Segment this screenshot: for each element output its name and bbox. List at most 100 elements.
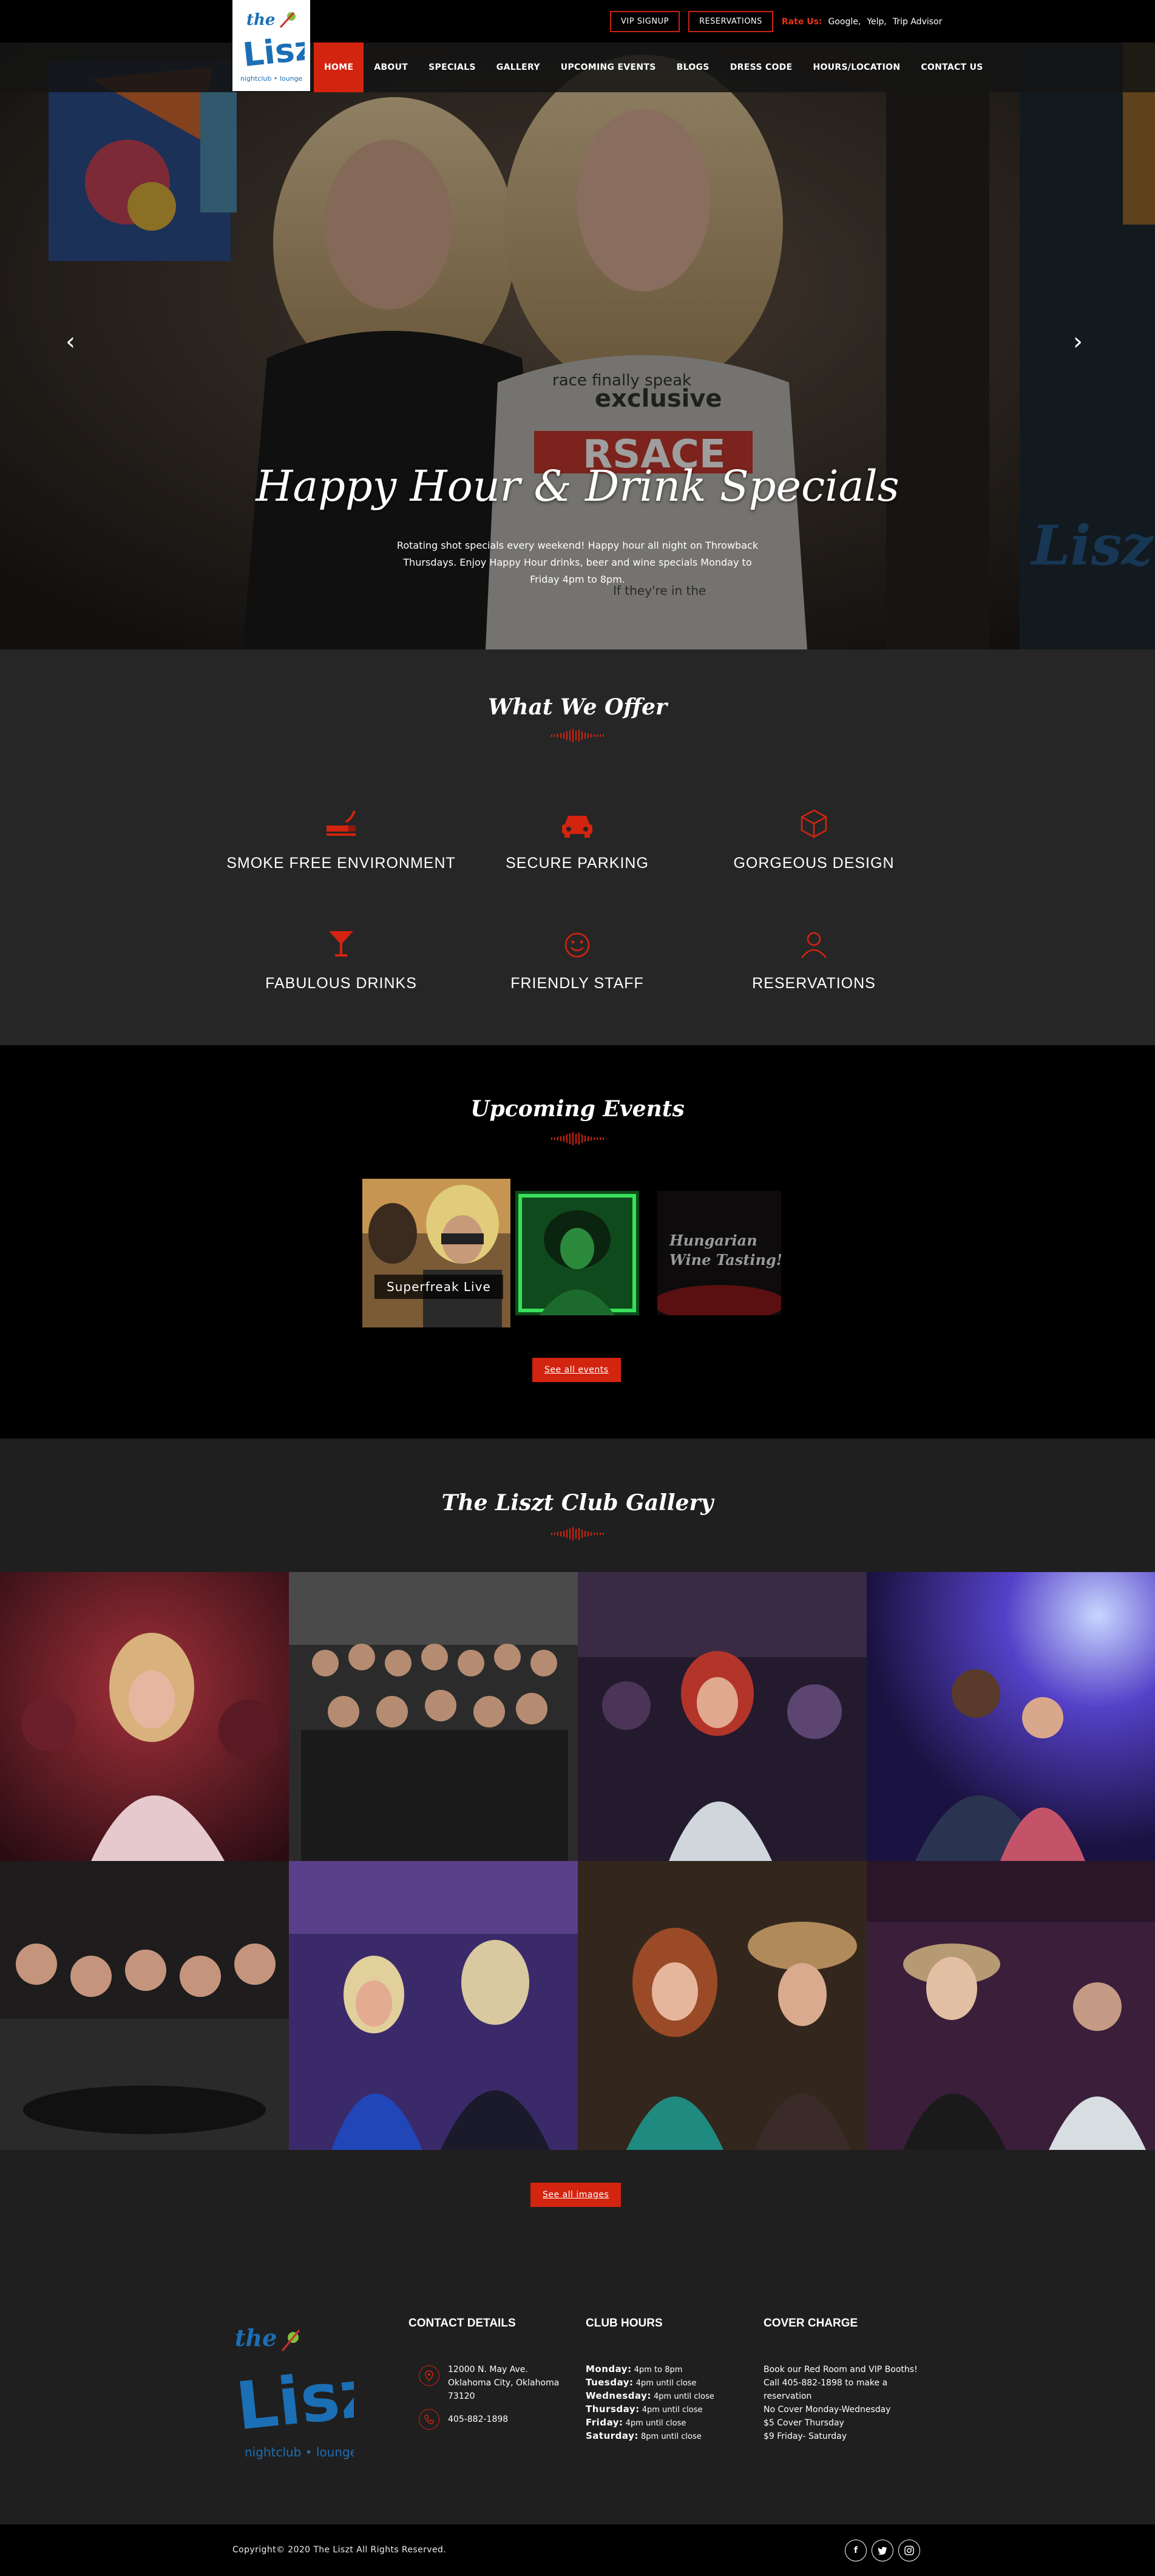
gallery-image[interactable] <box>867 1572 1155 1861</box>
feature-secure-parking: SECURE PARKING <box>462 805 693 872</box>
hours-row: Wednesday: 4pm until close <box>586 2390 714 2401</box>
cover-line: Call 405-882-1898 to make a reservation <box>764 2378 888 2401</box>
events-section: Upcoming Events Superfreak Live Hungaria… <box>0 1045 1155 1439</box>
nav-specials[interactable]: SPECIALS <box>418 42 486 92</box>
cover-list: Book our Red Room and VIP Booths! Call 4… <box>764 2363 921 2443</box>
contact-address: 12000 N. May Ave. Oklahoma City, Oklahom… <box>448 2365 560 2401</box>
nav-blogs[interactable]: BLOGS <box>666 42 720 92</box>
hours-row: Tuesday: 4pm until close <box>586 2377 697 2388</box>
svg-text:the: the <box>246 11 275 29</box>
instagram-icon[interactable] <box>898 2540 920 2561</box>
rate-link-yelp[interactable]: Yelp, <box>867 17 887 27</box>
svg-text:nightclub • lounge: nightclub • lounge <box>240 75 303 83</box>
hours-row: Thursday: 4pm until close <box>586 2404 703 2415</box>
events-title: Upcoming Events <box>470 1096 685 1122</box>
hours-row: Friday: 4pm until close <box>586 2417 686 2428</box>
chevron-left-icon[interactable]: ‹ <box>66 328 75 356</box>
main-navbar: HOME ABOUT SPECIALS GALLERY UPCOMING EVE… <box>0 42 1155 92</box>
chevron-right-icon[interactable]: › <box>1073 328 1083 356</box>
cover-line: $9 Friday- Saturday <box>764 2432 847 2441</box>
rate-link-tripadvisor[interactable]: Trip Advisor <box>893 17 942 27</box>
feature-friendly-staff: FRIENDLY STAFF <box>462 925 693 992</box>
gallery-image[interactable] <box>0 1861 289 2150</box>
top-bar: VIP SIGNUP RESERVATIONS Rate Us: Google,… <box>0 0 1155 42</box>
event-image <box>362 1179 510 1327</box>
feature-label: SECURE PARKING <box>506 855 649 872</box>
nav-hours-location[interactable]: HOURS/LOCATION <box>802 42 910 92</box>
cover-line: Book our Red Room and VIP Booths! <box>764 2365 918 2374</box>
contact-phone[interactable]: 405-882-1898 <box>448 2413 508 2426</box>
wine-title-line1: Hungarian <box>669 1232 757 1249</box>
car-icon <box>562 816 592 838</box>
gallery-image[interactable] <box>867 1861 1155 2150</box>
offer-title: What We Offer <box>487 694 668 720</box>
copyright-bar: Copyright© 2020 The Liszt All Rights Res… <box>0 2524 1155 2576</box>
hours-row: Monday: 4pm to 8pm <box>586 2364 683 2374</box>
hero-slider: exclusive race finally speak RSACE If th… <box>0 42 1155 649</box>
gallery-image[interactable] <box>0 1572 289 1861</box>
event-image <box>515 1191 639 1315</box>
cover-line: $5 Cover Thursday <box>764 2418 844 2428</box>
cover-line: No Cover Monday-Wednesday <box>764 2405 891 2415</box>
nav-gallery[interactable]: GALLERY <box>486 42 550 92</box>
rate-link-google[interactable]: Google, <box>828 17 861 27</box>
nav-upcoming-events[interactable]: UPCOMING EVENTS <box>550 42 666 92</box>
smile-icon <box>564 932 590 958</box>
reservations-button[interactable]: RESERVATIONS <box>688 11 773 32</box>
copyright-text: Copyright© 2020 The Liszt All Rights Res… <box>232 2545 447 2555</box>
event-card-wine-tasting[interactable]: Hungarian Wine Tasting! <box>657 1191 781 1315</box>
gallery-section: The Liszt Club Gallery See all images <box>0 1439 1155 2273</box>
gallery-image[interactable] <box>289 1572 578 1861</box>
twitter-icon[interactable] <box>872 2540 893 2561</box>
feature-fabulous-drinks: FABULOUS DRINKS <box>226 925 456 992</box>
event-card-superfreak[interactable]: Superfreak Live <box>362 1179 510 1327</box>
nav-dress-code[interactable]: DRESS CODE <box>720 42 803 92</box>
feature-label: RESERVATIONS <box>752 975 876 992</box>
cocktail-icon <box>329 931 353 957</box>
no-smoking-icon <box>327 810 356 836</box>
feature-smoke-free: SMOKE FREE ENVIRONMENT <box>226 805 456 872</box>
feature-label: SMOKE FREE ENVIRONMENT <box>226 855 456 872</box>
footer-logo: the Liszt nightclub • lounge <box>232 2324 354 2459</box>
feature-reservations: RESERVATIONS <box>699 925 929 992</box>
rate-us: Rate Us: Google, Yelp, Trip Advisor <box>782 17 942 27</box>
feature-gorgeous-design: GORGEOUS DESIGN <box>699 805 929 872</box>
nav-menu: HOME ABOUT SPECIALS GALLERY UPCOMING EVE… <box>314 42 994 92</box>
rate-us-label: Rate Us: <box>781 16 822 27</box>
nav-contact-us[interactable]: CONTACT US <box>910 42 993 92</box>
vip-signup-button[interactable]: VIP SIGNUP <box>610 11 680 32</box>
gallery-image[interactable] <box>578 1861 867 2150</box>
see-all-images-button[interactable]: See all images <box>530 2183 622 2207</box>
footer: the Liszt nightclub • lounge CONTACT DET… <box>0 2273 1155 2524</box>
site-logo[interactable]: the Liszt nightclub • lounge <box>232 0 310 91</box>
gallery-title: The Liszt Club Gallery <box>441 1490 714 1516</box>
cube-icon <box>801 809 827 838</box>
wave-divider-icon <box>551 729 604 742</box>
event-label: Superfreak Live <box>374 1275 503 1299</box>
hours-list: Monday: 4pm to 8pm Tuesday: 4pm until cl… <box>586 2363 714 2443</box>
hours-row: Saturday: 8pm until close <box>586 2430 702 2441</box>
feature-label: GORGEOUS DESIGN <box>733 855 895 872</box>
offer-section: What We Offer SMOKE FREE ENVIRONMENT SEC… <box>0 649 1155 1045</box>
wave-divider-icon <box>551 1527 604 1541</box>
feature-label: FABULOUS DRINKS <box>265 975 417 992</box>
svg-text:the: the <box>235 2324 277 2351</box>
cover-title: COVER CHARGE <box>764 2317 858 2330</box>
event-card-green[interactable] <box>515 1191 639 1315</box>
see-all-events-button[interactable]: See all events <box>532 1358 621 1382</box>
facebook-icon[interactable]: f <box>845 2540 867 2561</box>
svg-text:Liszt: Liszt <box>232 2351 354 2445</box>
svg-text:nightclub • lounge: nightclub • lounge <box>245 2445 354 2459</box>
hero-title: Happy Hour & Drink Specials <box>256 461 899 511</box>
event-image: Hungarian Wine Tasting! <box>657 1191 781 1315</box>
nav-about[interactable]: ABOUT <box>364 42 418 92</box>
feature-label: FRIENDLY STAFF <box>510 975 644 992</box>
nav-home[interactable]: HOME <box>314 42 364 92</box>
hours-title: CLUB HOURS <box>586 2317 663 2330</box>
wave-divider-icon <box>551 1132 604 1145</box>
gallery-image[interactable] <box>289 1861 578 2150</box>
contact-title: CONTACT DETAILS <box>408 2317 516 2330</box>
user-icon <box>801 932 827 958</box>
phone-icon <box>419 2409 439 2430</box>
gallery-image[interactable] <box>578 1572 867 1861</box>
